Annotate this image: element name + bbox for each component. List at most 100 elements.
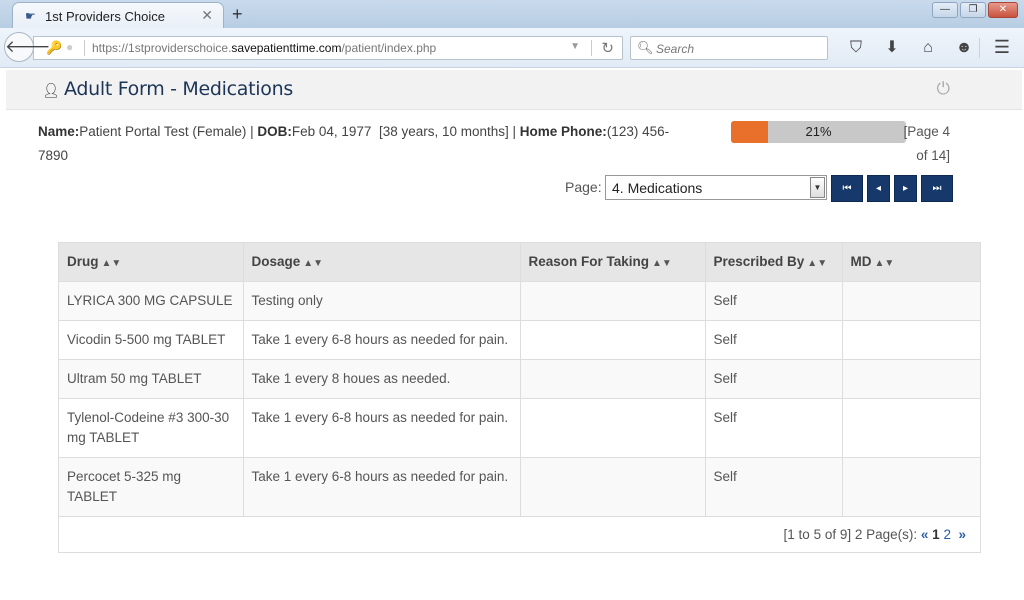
browser-navbar: 🔑 ● https://1stproviderschoice.savepatie… <box>0 28 1024 68</box>
user-icon: 👤︎ <box>42 82 60 98</box>
header-label: Dosage <box>251 254 301 270</box>
patient-age: [38 years, 10 months] <box>378 124 509 139</box>
table-row[interactable]: LYRICA 300 MG CAPSULE Testing only Self <box>59 280 980 320</box>
table-pagination: [1 to 5 of 9] 2 Page(s): « 1 2 » <box>59 515 980 552</box>
browser-tab[interactable]: ☛ 1st Providers Choice ✕ <box>12 2 224 29</box>
browser-titlebar: ☛ 1st Providers Choice ✕ + — ❐ ✕ <box>0 0 1024 29</box>
logout-power-icon[interactable]: ⏻ <box>937 79 950 99</box>
url-separator-right <box>591 40 592 56</box>
cell-reason <box>520 319 706 359</box>
cell-dosage: Take 1 every 6-8 hours as needed for pai… <box>243 319 521 359</box>
search-input[interactable]: 🔍︎ Search <box>630 36 828 60</box>
url-bar[interactable]: 🔑 ● https://1stproviderschoice.savepatie… <box>33 36 623 60</box>
new-tab-button[interactable]: + <box>232 4 243 25</box>
cell-dosage: Testing only <box>243 280 521 320</box>
url-separator <box>84 40 85 56</box>
search-placeholder: Search <box>656 42 695 56</box>
header-label: Prescribed By <box>713 254 805 270</box>
page-title: Adult Form - Medications <box>64 78 293 100</box>
column-header-drug[interactable]: Drug ▲▼ <box>59 243 244 281</box>
next-page-button[interactable]: ▸ <box>894 175 917 202</box>
url-dropdown-icon[interactable]: ▼ <box>570 41 580 52</box>
pagination-next[interactable]: » <box>958 527 966 542</box>
cell-drug: Tylenol-Codeine #3 300-30 mg TABLET <box>59 397 244 457</box>
sort-icon: ▲▼ <box>101 258 122 270</box>
hamburger-menu-icon[interactable]: ☰ <box>994 37 1010 58</box>
name-label: Name: <box>38 124 80 139</box>
patient-info: Name:Patient Portal Test (Female) | DOB:… <box>38 120 688 168</box>
page-select-value: 4. Medications <box>612 180 703 196</box>
cell-dosage: Take 1 every 8 houes as needed. <box>243 358 521 398</box>
cell-drug: Vicodin 5-500 mg TABLET <box>59 319 244 359</box>
pagination-page-2[interactable]: 2 <box>943 527 951 542</box>
cell-reason <box>520 397 706 457</box>
header-label: Reason For Taking <box>528 254 650 270</box>
cell-reason <box>520 358 706 398</box>
cell-prescribed-by: Self <box>705 280 843 320</box>
cell-drug: LYRICA 300 MG CAPSULE <box>59 280 244 320</box>
pocket-icon[interactable]: ⛉ <box>838 37 874 59</box>
page-header: 👤︎ Adult Form - Medications ⏻ <box>6 70 1022 110</box>
prev-page-button[interactable]: ◂ <box>867 175 890 202</box>
cell-md <box>842 397 980 457</box>
last-page-button[interactable]: ⏭ <box>921 175 953 202</box>
form-progress-bar: 21% <box>731 121 906 143</box>
tab-close-icon[interactable]: ✕ <box>201 7 213 24</box>
cell-drug: Ultram 50 mg TABLET <box>59 358 244 398</box>
cell-md <box>842 358 980 398</box>
sort-icon: ▲▼ <box>303 258 324 270</box>
cell-prescribed-by: Self <box>705 397 843 457</box>
page-info: [Page 4 of 14] <box>903 124 950 163</box>
reload-icon[interactable]: ↻ <box>601 39 614 57</box>
separator: | <box>508 124 520 139</box>
url-domain: savepatienttime.com <box>231 41 342 55</box>
restore-button[interactable]: ❐ <box>960 2 986 18</box>
table-row[interactable]: Tylenol-Codeine #3 300-30 mg TABLET Take … <box>59 397 980 457</box>
cell-dosage: Take 1 every 6-8 hours as needed for pai… <box>243 397 521 457</box>
table-row[interactable]: Ultram 50 mg TABLET Take 1 every 8 houes … <box>59 358 980 398</box>
table-row[interactable]: Vicodin 5-500 mg TABLET Take 1 every 6-8 … <box>59 319 980 359</box>
column-header-reason[interactable]: Reason For Taking ▲▼ <box>520 243 706 281</box>
pagination-prev[interactable]: « <box>921 527 929 542</box>
progress-label: 21% <box>805 124 832 139</box>
phone-label: Home Phone: <box>519 124 607 139</box>
sort-icon: ▲▼ <box>874 258 895 270</box>
cell-drug: Percocet 5-325 mg TABLET <box>59 456 244 516</box>
back-button[interactable]: 🡐 <box>4 32 51 62</box>
column-header-dosage[interactable]: Dosage ▲▼ <box>243 243 521 281</box>
minimize-button[interactable]: — <box>932 2 958 18</box>
patient-dob: Feb 04, 1977 <box>291 124 372 139</box>
header-label: Drug <box>67 254 99 270</box>
toolbar-separator <box>979 38 980 58</box>
globe-icon: ● <box>66 40 74 54</box>
page-content: 👤︎ Adult Form - Medications ⏻ Name:Patie… <box>0 68 1024 600</box>
cell-prescribed-by: Self <box>705 456 843 516</box>
cell-dosage: Take 1 every 6-8 hours as needed for pai… <box>243 456 521 516</box>
cell-md <box>842 280 980 320</box>
search-icon: 🔍︎ <box>637 40 654 55</box>
cell-reason <box>520 280 706 320</box>
tab-title: 1st Providers Choice <box>45 9 165 24</box>
header-label: MD <box>850 254 872 270</box>
sort-icon: ▲▼ <box>652 258 672 270</box>
column-header-prescribed-by[interactable]: Prescribed By ▲▼ <box>705 243 843 281</box>
column-header-md[interactable]: MD ▲▼ <box>842 243 980 281</box>
close-window-button[interactable]: ✕ <box>988 2 1018 18</box>
pagination-page-1[interactable]: 1 <box>932 527 940 542</box>
cell-md <box>842 456 980 516</box>
chevron-down-icon[interactable]: ▼ <box>810 177 825 198</box>
hello-chat-icon[interactable]: ☻ <box>946 37 982 59</box>
patient-name: Patient Portal Test (Female) <box>79 124 247 139</box>
download-icon[interactable]: ⬇ <box>874 37 910 59</box>
table-row[interactable]: Percocet 5-325 mg TABLET Take 1 every 6-8… <box>59 456 980 516</box>
cell-md <box>842 319 980 359</box>
cell-prescribed-by: Self <box>705 319 843 359</box>
cell-prescribed-by: Self <box>705 358 843 398</box>
home-icon[interactable]: ⌂ <box>910 37 946 59</box>
url-prefix: https://1stproviderschoice. <box>92 41 232 55</box>
url-text[interactable]: https://1stproviderschoice.savepatientti… <box>92 41 436 55</box>
separator: | <box>246 124 258 139</box>
page-select[interactable]: 4. Medications ▼ <box>605 175 827 200</box>
first-page-button[interactable]: ⏮ <box>831 175 863 202</box>
pagination-summary: [1 to 5 of 9] 2 Page(s): <box>783 526 918 542</box>
